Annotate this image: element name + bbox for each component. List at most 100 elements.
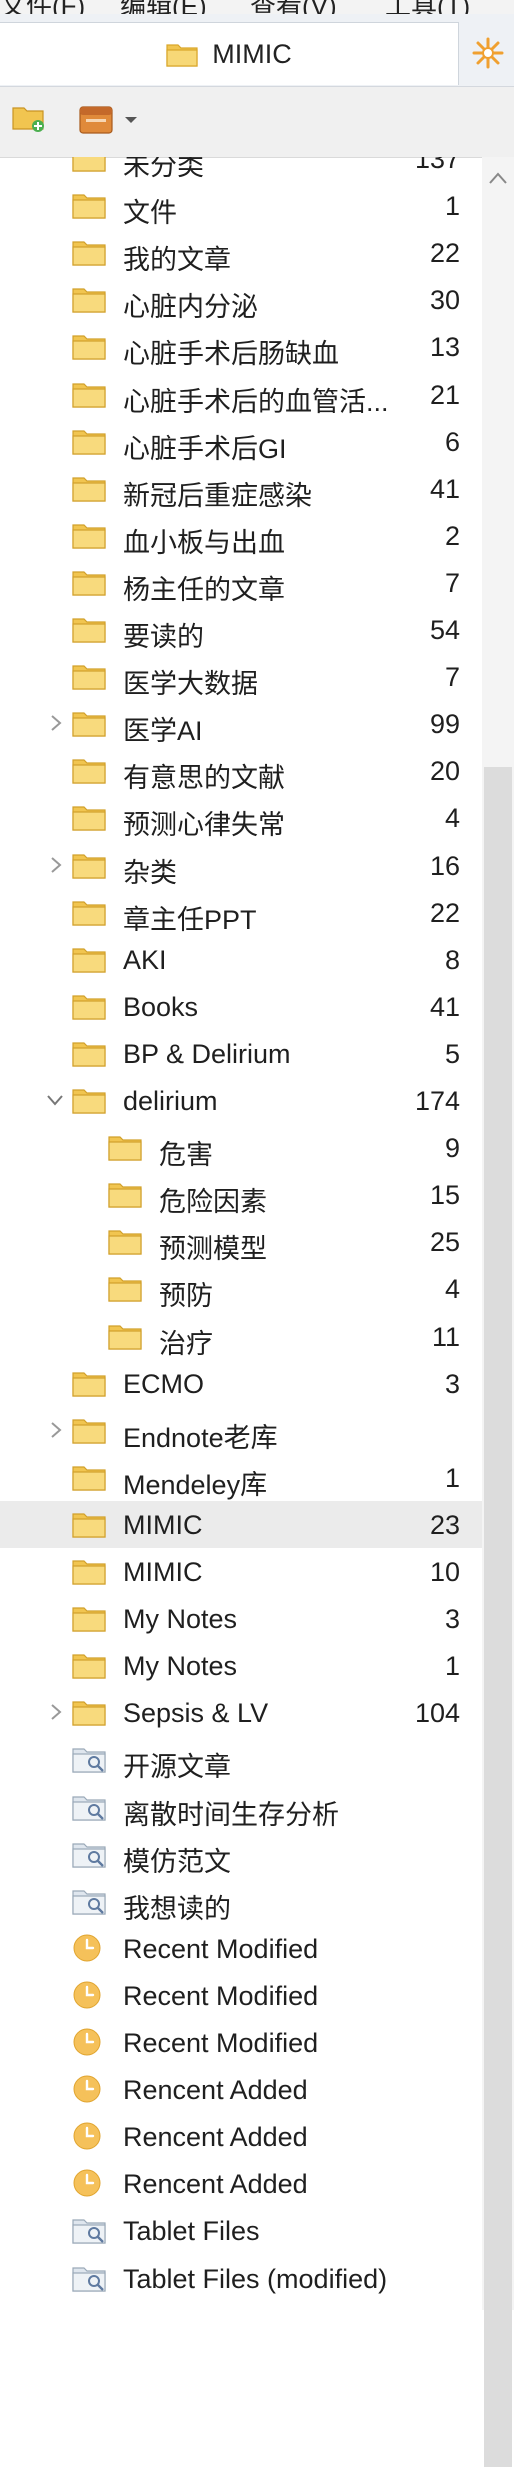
folder-icon — [72, 567, 106, 597]
saved-search-icon — [72, 2263, 106, 2293]
tab-mimic[interactable]: MIMIC — [0, 22, 459, 85]
new-library-button[interactable] — [78, 103, 138, 137]
tree-row[interactable]: 危险因素 15 — [0, 1171, 482, 1218]
tree-row[interactable]: Tablet Files (modified) — [0, 2255, 482, 2302]
chevron-right-icon[interactable] — [44, 712, 66, 734]
tree-row[interactable]: Sepsis & LV 104 — [0, 1689, 482, 1736]
tree-row-count: 30 — [429, 285, 460, 316]
tree-row-label: MIMIC — [123, 1557, 203, 1587]
tree-row[interactable]: 模仿范文 — [0, 1831, 482, 1878]
tree-row[interactable]: BP & Delirium 5 — [0, 1030, 482, 1077]
folder-icon — [72, 897, 106, 927]
tree-row-label: Rencent Added — [123, 2169, 308, 2200]
tree-row[interactable]: 预测心律失常 4 — [0, 794, 482, 841]
tree-row-count: 3 — [444, 1368, 460, 1399]
tree-row[interactable]: My Notes 3 — [0, 1595, 482, 1642]
tree-row[interactable]: 危害 9 — [0, 1124, 482, 1171]
folder-icon — [72, 1556, 106, 1586]
tree-row[interactable]: 杨主任的文章 7 — [0, 559, 482, 606]
tree-row[interactable]: 我的文章 22 — [0, 229, 482, 276]
tree-row[interactable]: 心脏手术后GI 6 — [0, 418, 482, 465]
folder-icon — [72, 1462, 106, 1492]
chevron-down-icon[interactable] — [124, 115, 138, 125]
tree-row[interactable]: 心脏手术后的血管活... 21 — [0, 371, 482, 418]
tree-row[interactable]: Recent Modified — [0, 2019, 482, 2066]
tree-row[interactable]: Tablet Files — [0, 2207, 482, 2254]
tree-row[interactable]: 治疗 11 — [0, 1313, 482, 1360]
folder-icon — [72, 755, 106, 785]
tree-row-count: 4 — [444, 803, 460, 834]
tree-row[interactable]: 心脏内分泌 30 — [0, 276, 482, 323]
tree-row-label: MIMIC — [123, 1509, 203, 1540]
tree-row-count: 7 — [444, 662, 460, 693]
tree-row-label: 医学大数据 — [123, 669, 258, 700]
tree-row[interactable]: Books 41 — [0, 983, 482, 1030]
tree-row[interactable]: 章主任PPT 22 — [0, 889, 482, 936]
tree-row-label: 预防 — [159, 1281, 213, 1312]
menu-view[interactable]: 查看(V) — [250, 0, 337, 14]
scrollbar-thumb[interactable] — [484, 767, 512, 2467]
tree-row[interactable]: 离散时间生存分析 — [0, 1784, 482, 1831]
tree-row-label: 危险因素 — [159, 1187, 267, 1218]
tree-row[interactable]: 未分类 137 — [0, 157, 482, 182]
tree-row[interactable]: 文件 1 — [0, 182, 482, 229]
tree-row[interactable]: Recent Modified — [0, 1972, 482, 2019]
folder-icon — [72, 802, 106, 832]
tree-row[interactable]: 有意思的文献 20 — [0, 747, 482, 794]
tree-row[interactable]: Mendeley库 1 — [0, 1454, 482, 1501]
tree-row[interactable]: 杂类 16 — [0, 842, 482, 889]
chevron-down-icon[interactable] — [44, 1089, 66, 1111]
tree-row[interactable]: 我想读的 — [0, 1878, 482, 1925]
tree-row[interactable]: 医学AI 99 — [0, 700, 482, 747]
folder-icon — [72, 614, 106, 644]
tree-row-label: Tablet Files — [123, 2216, 260, 2247]
tree-row-label: Endnote老库 — [123, 1422, 278, 1453]
new-collection-button[interactable] — [12, 103, 46, 133]
saved-search-icon — [72, 1886, 106, 1916]
clock-icon — [72, 1933, 106, 1963]
chevron-right-icon[interactable] — [44, 1419, 66, 1441]
tree-row[interactable]: 预防 4 — [0, 1265, 482, 1312]
tree-row[interactable]: 心脏手术后肠缺血 13 — [0, 323, 482, 370]
tree-row[interactable]: 血小板与出血 2 — [0, 512, 482, 559]
tree-row[interactable]: Rencent Added — [0, 2160, 482, 2207]
tree-row-label: 预测心律失常 — [123, 810, 285, 841]
tab-title: MIMIC — [212, 38, 292, 69]
tree-row-count: 54 — [429, 615, 460, 645]
tree-row-count: 3 — [444, 1604, 460, 1635]
menu-edit[interactable]: 编辑(E) — [120, 0, 207, 14]
tree-row[interactable]: Endnote老库 — [0, 1407, 482, 1454]
tree-row[interactable]: 要读的 54 — [0, 606, 482, 653]
tree-row[interactable]: AKI 8 — [0, 936, 482, 983]
tree-row[interactable]: MIMIC 23 — [0, 1500, 482, 1548]
tree-row[interactable]: 开源文章 — [0, 1736, 482, 1783]
tree-row[interactable]: MIMIC 10 — [0, 1548, 482, 1595]
tree-row-label: 杂类 — [123, 857, 177, 888]
tree-row[interactable]: Rencent Added — [0, 2113, 482, 2160]
tree-row[interactable]: Recent Modified — [0, 1925, 482, 1972]
tree-row[interactable]: Rencent Added — [0, 2066, 482, 2113]
clock-icon — [72, 1980, 106, 2010]
pin-icon[interactable] — [462, 22, 514, 84]
tree-row[interactable]: My Notes 1 — [0, 1642, 482, 1689]
chevron-right-icon[interactable] — [44, 854, 66, 876]
tree-row-label: Recent Modified — [123, 1980, 319, 2011]
tree-row[interactable]: delirium 174 — [0, 1077, 482, 1124]
tree-row-label: 心脏手术后的血管活... — [123, 386, 389, 417]
tree-row[interactable]: ECMO 3 — [0, 1360, 482, 1407]
saved-search-icon — [72, 1744, 106, 1774]
tree-row-count: 8 — [444, 944, 460, 975]
folder-icon — [166, 44, 198, 67]
folder-icon — [72, 331, 106, 361]
tree-row[interactable]: 新冠后重症感染 41 — [0, 465, 482, 512]
tree-row-label: Tablet Files (modified) — [123, 2263, 388, 2294]
folder-icon — [72, 944, 106, 974]
tree-row[interactable]: 预测模型 25 — [0, 1218, 482, 1265]
menu-file[interactable]: 文件(F) — [0, 0, 85, 14]
vertical-scrollbar[interactable] — [482, 157, 514, 2467]
scroll-up-icon[interactable] — [488, 171, 508, 185]
tree-row[interactable]: 医学大数据 7 — [0, 653, 482, 700]
chevron-right-icon[interactable] — [44, 1701, 66, 1723]
tree-row-label: 医学AI — [123, 716, 203, 747]
menu-tools[interactable]: 工具(T) — [385, 0, 470, 14]
